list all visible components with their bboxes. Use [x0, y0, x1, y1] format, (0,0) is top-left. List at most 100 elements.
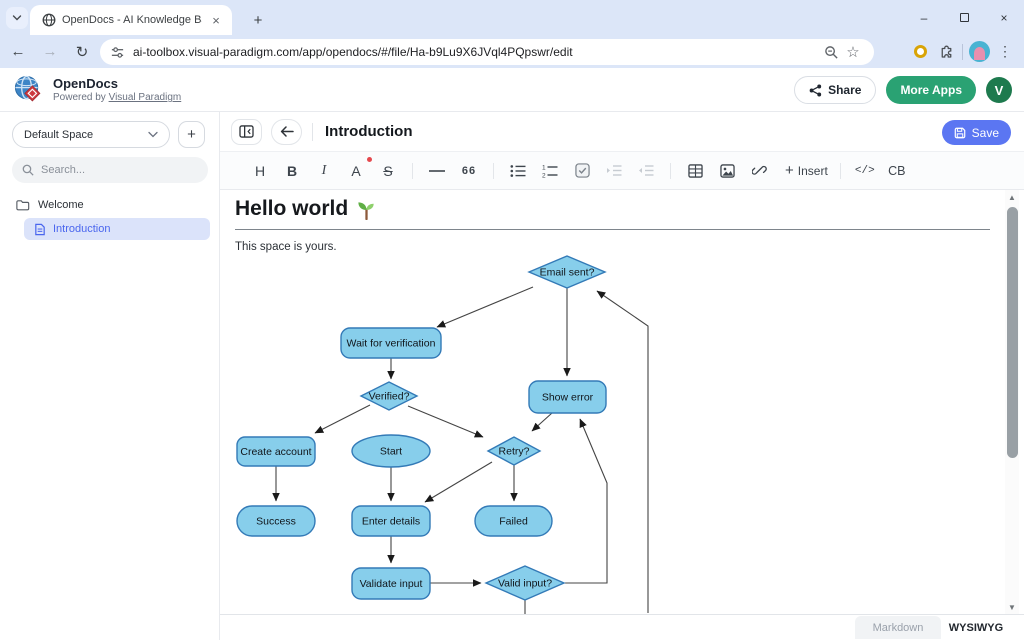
flow-node-wait-for-verification[interactable]: Wait for verification: [341, 328, 441, 358]
maximize-button[interactable]: [944, 0, 984, 35]
tab-close-icon[interactable]: ×: [208, 13, 224, 28]
code-block-button[interactable]: CB: [885, 159, 909, 183]
space-selector[interactable]: Default Space: [12, 121, 170, 148]
indent-increase-button[interactable]: [602, 159, 626, 183]
indent-increase-icon: [606, 164, 622, 177]
browser-titlebar: OpenDocs - AI Knowledge Base × + – ×: [0, 0, 1024, 35]
toolbar-separator: [412, 163, 413, 179]
site-info-icon[interactable]: [110, 45, 125, 60]
mode-markdown-tab[interactable]: Markdown: [855, 616, 941, 639]
flow-node-start[interactable]: Start: [352, 435, 430, 467]
flow-node-create-account[interactable]: Create account: [237, 437, 315, 466]
profile-avatar[interactable]: [966, 39, 992, 65]
italic-button[interactable]: I: [312, 159, 336, 183]
table-button[interactable]: [683, 159, 707, 183]
globe-favicon-icon: [42, 13, 56, 27]
menu-dots-icon[interactable]: ⋮: [992, 39, 1018, 65]
strikethrough-button[interactable]: S: [376, 159, 400, 183]
svg-text:1: 1: [542, 164, 546, 171]
share-label: Share: [828, 83, 861, 97]
bookmark-star-icon[interactable]: ☆: [842, 43, 864, 61]
flow-node-show-error[interactable]: Show error: [529, 381, 606, 413]
app-name: OpenDocs: [53, 76, 181, 91]
zoom-icon[interactable]: [820, 45, 842, 60]
link-button[interactable]: [747, 159, 771, 183]
inline-code-button[interactable]: </>: [853, 159, 877, 183]
page-title: Introduction: [325, 123, 412, 140]
flowchart-diagram[interactable]: Email sent? Wait for verification Verifi…: [220, 190, 1006, 614]
collapse-sidebar-button[interactable]: [231, 119, 262, 145]
svg-text:Validate input: Validate input: [360, 578, 423, 590]
svg-text:Failed: Failed: [499, 516, 528, 528]
flow-node-validate-input[interactable]: Validate input: [352, 568, 430, 599]
share-button[interactable]: Share: [794, 76, 876, 104]
tree-item-label: Introduction: [53, 223, 110, 235]
address-bar[interactable]: ai-toolbox.visual-paradigm.com/app/opend…: [100, 39, 874, 65]
flow-node-valid-input[interactable]: Valid input?: [486, 566, 564, 600]
scroll-up-icon[interactable]: ▲: [1005, 190, 1019, 204]
back-button-doc[interactable]: [271, 119, 302, 145]
arrow-left-icon: [280, 126, 294, 137]
flow-node-enter-details[interactable]: Enter details: [352, 506, 430, 536]
bullet-list-icon: [510, 164, 526, 178]
flow-node-failed[interactable]: Failed: [475, 506, 552, 536]
minimize-button[interactable]: –: [904, 0, 944, 35]
flow-node-success[interactable]: Success: [237, 506, 315, 536]
visual-paradigm-link[interactable]: Visual Paradigm: [109, 92, 182, 103]
app-brand: OpenDocs Powered by Visual Paradigm: [13, 74, 181, 105]
editor-toolbar: H B I A S 66 1 2: [220, 152, 1024, 190]
svg-text:Start: Start: [380, 446, 402, 458]
svg-text:Email sent?: Email sent?: [540, 267, 595, 279]
svg-text:Wait for verification: Wait for verification: [347, 338, 436, 350]
add-space-button[interactable]: +: [178, 121, 205, 148]
task-list-button[interactable]: [570, 159, 594, 183]
editor-statusbar: Markdown WYSIWYG: [220, 614, 1024, 640]
search-box[interactable]: [12, 157, 208, 183]
editor-scrollbar[interactable]: ▲ ▼: [1005, 190, 1019, 614]
scrollbar-thumb[interactable]: [1007, 207, 1018, 458]
svg-text:Create account: Create account: [240, 446, 311, 458]
tab-search-button[interactable]: [6, 7, 28, 29]
search-input[interactable]: [41, 164, 191, 176]
maximize-icon: [960, 13, 969, 22]
tree-item-introduction[interactable]: Introduction: [24, 218, 210, 240]
editor-canvas[interactable]: Hello world This space is yours.: [220, 190, 1024, 614]
mode-wysiwyg-tab[interactable]: WYSIWYG: [941, 616, 1011, 639]
plus-icon: +: [785, 162, 794, 179]
flow-node-retry[interactable]: Retry?: [488, 437, 540, 465]
reload-button[interactable]: ↻: [68, 38, 96, 66]
save-button[interactable]: Save: [942, 120, 1011, 145]
url-text[interactable]: ai-toolbox.visual-paradigm.com/app/opend…: [133, 45, 820, 59]
ordered-list-button[interactable]: 1 2: [538, 159, 562, 183]
scroll-down-icon[interactable]: ▼: [1005, 600, 1019, 614]
font-color-button[interactable]: A: [344, 159, 368, 183]
bold-button[interactable]: B: [280, 159, 304, 183]
insert-label: Insert: [798, 164, 828, 178]
new-tab-button[interactable]: +: [246, 8, 270, 32]
user-avatar[interactable]: V: [986, 77, 1012, 103]
tree-item-welcome[interactable]: Welcome: [0, 194, 220, 216]
extension-ring-icon[interactable]: [907, 39, 933, 65]
app-header: OpenDocs Powered by Visual Paradigm Shar…: [0, 68, 1024, 112]
quote-button[interactable]: 66: [457, 159, 481, 183]
extensions-puzzle-icon[interactable]: [933, 39, 959, 65]
horizontal-rule-button[interactable]: [425, 159, 449, 183]
main-panel: Introduction Save H B I A S 66: [220, 112, 1024, 640]
image-button[interactable]: [715, 159, 739, 183]
opendocs-logo-icon: [13, 74, 44, 105]
document-header: Introduction Save: [220, 112, 1024, 152]
more-apps-button[interactable]: More Apps: [886, 76, 976, 104]
insert-button[interactable]: + Insert: [785, 159, 828, 183]
bullet-list-button[interactable]: [506, 159, 530, 183]
svg-text:Verified?: Verified?: [369, 391, 410, 403]
svg-text:Show error: Show error: [542, 392, 594, 404]
back-button[interactable]: ←: [4, 38, 32, 66]
flow-node-email-sent[interactable]: Email sent?: [529, 256, 605, 288]
browser-tab[interactable]: OpenDocs - AI Knowledge Base ×: [30, 5, 232, 35]
forward-button[interactable]: →: [36, 38, 64, 66]
indent-decrease-button[interactable]: [634, 159, 658, 183]
toolbar-divider: [962, 44, 963, 60]
close-window-button[interactable]: ×: [984, 0, 1024, 35]
heading-button[interactable]: H: [248, 159, 272, 183]
powered-by: Powered by Visual Paradigm: [53, 92, 181, 103]
